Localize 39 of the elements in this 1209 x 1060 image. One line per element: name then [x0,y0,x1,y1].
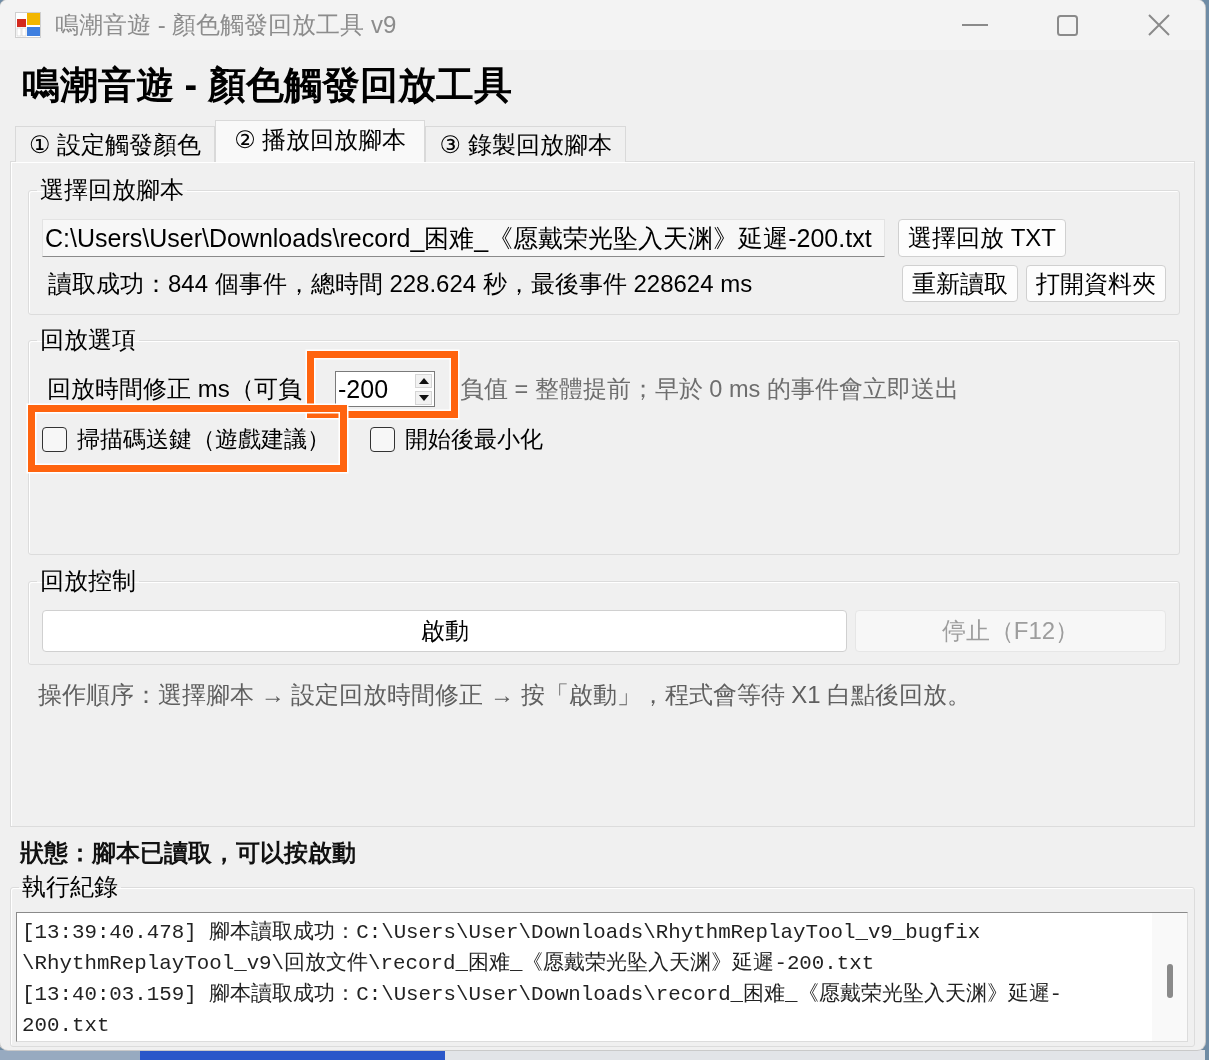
log-line: [13:40:03.159] 腳本讀取成功：C:\Users\User\Downloads\record_困难_《愿戴荣光坠入天渊》延遲- [22,981,1064,1008]
group-title: 回放控制 [39,568,137,594]
log-line: \RhythmReplayTool_v9\回放文件\record_困难_《愿戴荣光坠入天渊》延遲-200.txt [22,950,876,977]
group-title: 選擇回放腳本 [39,177,185,203]
instructions-text: 操作順序：選擇腳本 → 設定回放時間修正 → 按「啟動」，程式會等待 X1 白點後回放。 [38,681,973,709]
start-button[interactable]: 啟動 [42,610,847,652]
hint-text: 負值 = 整體提前；早於 0 ms 的事件會立即送出 [460,375,959,404]
log-textbox[interactable] [16,912,1188,1042]
number-field[interactable]: -200 [335,371,435,407]
checkbox-label[interactable]: 開始後最小化 [405,424,543,455]
group-title: 回放選項 [39,327,137,353]
maximize-icon [1056,14,1078,36]
log-line: [13:39:40.478] 腳本讀取成功：C:\Users\User\Downloads\RhythmReplayTool_v9_bugfix [22,919,982,946]
spin-down-button[interactable] [415,390,432,405]
scrollbar[interactable] [1152,913,1187,1041]
offset-label: 回放時間修正 ms（可負 [46,374,303,404]
squares-icon [15,12,41,38]
group-title: 執行紀錄 [21,874,119,900]
checkbox-label[interactable]: 掃描碼送鍵（遊戲建議） [77,424,330,455]
log-line: 200.txt [22,1013,111,1039]
checkbox[interactable] [42,427,67,452]
down-triangle-icon [418,394,429,401]
checkbox[interactable] [370,427,395,452]
window-title: 鳴潮音遊 - 顏色觸發回放工具 v9 [55,10,398,40]
minimize-icon [962,24,988,26]
spin-up-button[interactable] [415,373,432,388]
file-path-field[interactable]: C:\Users\User\Downloads\record_困难_《愿戴荣光坠入天渊》延遲-200.txt [42,219,885,257]
tab[interactable]: ③ 錄製回放腳本 [425,126,626,162]
close-icon [1148,14,1170,36]
reload-button[interactable]: 重新讀取 [902,265,1018,302]
tab[interactable]: ② 播放回放腳本 [215,120,426,162]
load-info-text: 讀取成功：844 個事件，總時間 228.624 秒，最後事件 228624 ms [47,268,754,299]
scrollbar-thumb[interactable] [1166,964,1173,998]
open-folder-button[interactable]: 打開資料夾 [1026,265,1166,302]
status-text: 狀態：腳本已讀取，可以按啟動 [20,840,357,866]
up-triangle-icon [418,377,429,384]
tab[interactable]: ① 設定觸發顏色 [15,126,216,162]
browse-button[interactable]: 選擇回放 TXT [898,219,1066,257]
app-heading: 鳴潮音遊 - 顏色觸發回放工具 [22,63,513,107]
